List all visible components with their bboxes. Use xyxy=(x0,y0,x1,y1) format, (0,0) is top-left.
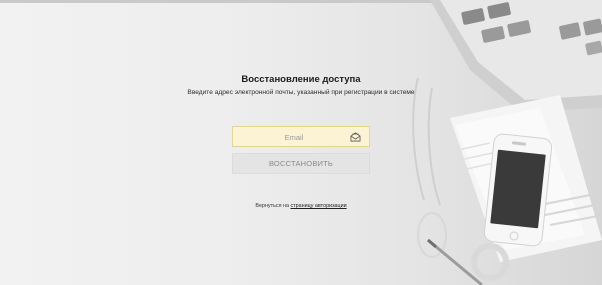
back-to-login: Вернуться на страницу авторизации xyxy=(0,203,602,209)
back-prefix-text: Вернуться на xyxy=(255,203,289,209)
restore-button[interactable]: ВОССТАНОВИТЬ xyxy=(232,153,370,174)
login-page-link[interactable]: страницу авторизации xyxy=(290,203,346,209)
page-subtitle: Введите адрес электронной почты, указанн… xyxy=(187,89,415,96)
page-title: Восстановление доступа xyxy=(241,74,361,85)
email-input[interactable] xyxy=(233,128,369,147)
email-field-container xyxy=(232,126,370,147)
envelope-open-icon xyxy=(350,132,361,142)
password-recovery-form: Восстановление доступа Введите адрес эле… xyxy=(0,0,602,285)
